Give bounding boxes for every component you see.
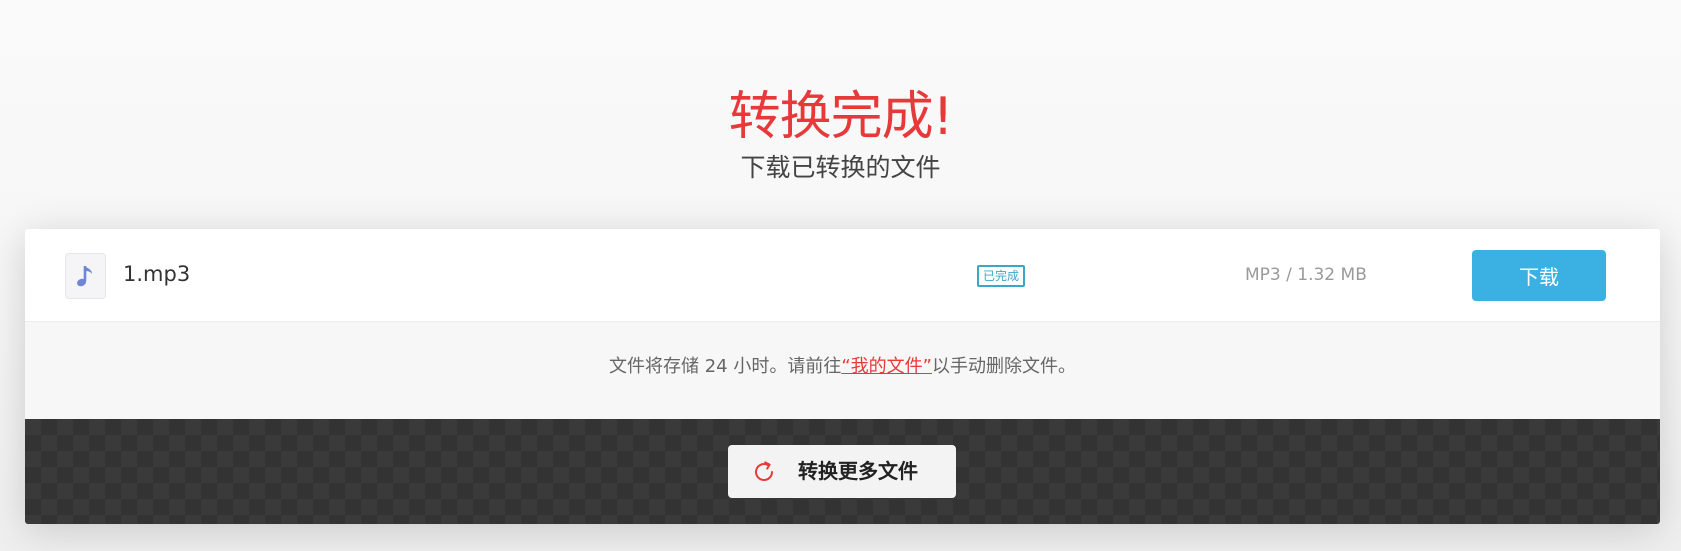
page-subtitle: 下载已转换的文件 (740, 153, 941, 182)
conversion-complete-page: 转换完成! 下载已转换的文件 1.mp3 已完成 MP3 / 1.32 MB 下… (0, 0, 1681, 551)
storage-note-text: 文件将存储 24 小时。请前往 (608, 356, 842, 377)
convert-more-button[interactable]: 转换更多文件 (728, 445, 956, 498)
file-format-size: MP3 / 1.32 MB (1245, 265, 1367, 285)
status-badge: 已完成 (977, 265, 1026, 287)
convert-more-label: 转换更多文件 (798, 461, 918, 483)
page-title: 转换完成! (728, 87, 954, 147)
heading: 转换完成! 下载已转换的文件 (0, 86, 1681, 184)
file-name: 1.mp3 (123, 262, 191, 286)
my-files-link[interactable]: “我的文件” (841, 356, 932, 377)
music-note-icon (65, 253, 106, 299)
storage-note: 文件将存储 24 小时。请前往“我的文件”以手动删除文件。 (25, 355, 1660, 379)
file-row: 1.mp3 已完成 MP3 / 1.32 MB 下载 (25, 229, 1660, 322)
result-card: 1.mp3 已完成 MP3 / 1.32 MB 下载 文件将存储 24 小时。请… (25, 229, 1660, 524)
download-button[interactable]: 下载 (1472, 250, 1606, 301)
storage-note-text-end: 以手动删除文件。 (932, 356, 1076, 377)
bottom-band: 转换更多文件 (25, 419, 1660, 524)
refresh-icon (755, 461, 773, 481)
